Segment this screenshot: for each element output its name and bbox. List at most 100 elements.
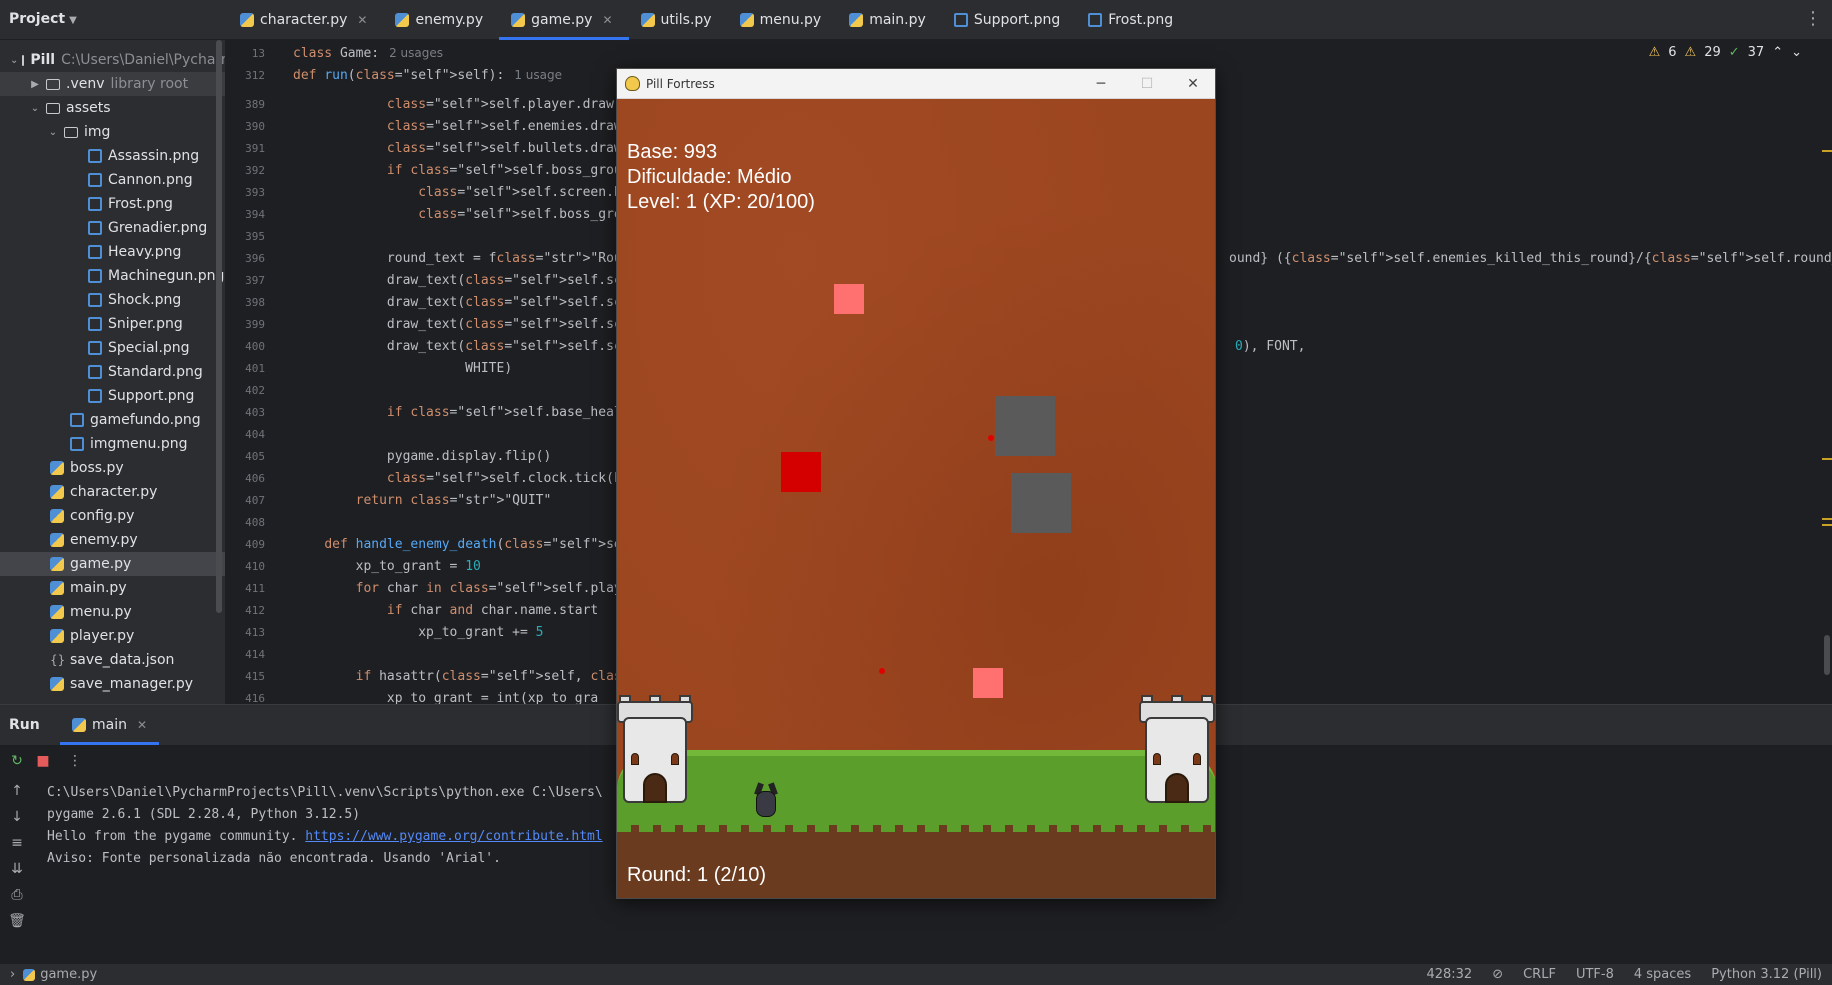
python-interpreter[interactable]: Python 3.12 (Pill) [1711,967,1822,982]
tab-menu-py[interactable]: menu.py [728,0,838,40]
round-text: Round: 1 (2/10) [627,864,766,886]
tree-item-file[interactable]: Support.png [0,384,225,408]
tree-item-file[interactable]: Cannon.png [0,168,225,192]
console-link[interactable]: https://www.pygame.org/contribute.html [305,829,602,844]
tab-label: Support.png [973,12,1061,28]
tree-item-file[interactable]: Special.png [0,336,225,360]
console-text: Hello from the pygame community. [47,829,306,844]
tree-item-file[interactable]: config.py [0,504,225,528]
chevron-right-icon[interactable]: ▶ [28,79,42,90]
tab-enemy-py[interactable]: enemy.py [383,0,499,40]
soft-wrap-icon[interactable]: ≡ [8,835,26,853]
tree-item-img[interactable]: ⌄ img [0,120,225,144]
tab-label: Frost.png [1108,12,1174,28]
tree-item-assets[interactable]: ⌄ assets [0,96,225,120]
project-view-selector[interactable]: Project ▼ [9,11,77,27]
error-stripe-mark[interactable] [1822,524,1832,526]
rerun-icon[interactable]: ↻ [8,753,26,771]
enemy-sprite [834,284,864,314]
maximize-button[interactable]: ☐ [1127,73,1167,95]
game-window[interactable]: Pill Fortress ─ ☐ ✕ Base: 993 Dificuldad… [616,68,1216,899]
tree-item-label: save_manager.py [70,676,194,692]
status-right: 428:32 ⊘ CRLF UTF-8 4 spaces Python 3.12… [1426,967,1822,982]
code-text: return class="str">"QUIT" [355,492,552,508]
tree-item-file[interactable]: Assassin.png [0,144,225,168]
python-file-icon [511,13,526,27]
indent-setting[interactable]: 4 spaces [1634,967,1691,982]
tree-item-file[interactable]: Shock.png [0,288,225,312]
arrow-down-icon[interactable]: ↓ [8,809,26,827]
usages-hint[interactable]: 1 usage [514,68,562,82]
tree-item-root[interactable]: ⌄ Pill C:\Users\Daniel\PycharmProjects\Pil… [0,48,225,72]
chevron-down-icon[interactable]: ⌄ [28,103,42,114]
tree-item-file[interactable]: Heavy.png [0,240,225,264]
close-icon[interactable]: ✕ [602,13,612,27]
tree-item-venv[interactable]: ▶ .venv library root [0,72,225,96]
game-window-titlebar[interactable]: Pill Fortress ─ ☐ ✕ [617,69,1215,99]
usages-hint[interactable]: 2 usages [389,46,443,60]
tab-label: character.py [260,12,348,28]
tree-item-file[interactable]: imgmenu.png [0,432,225,456]
editor-tab-bar: Project ▼ character.py ✕ enemy.py game.py ✕ ut… [0,0,1832,40]
close-icon[interactable]: ✕ [137,718,147,732]
python-file-icon [50,629,64,643]
tree-item-file[interactable]: Sniper.png [0,312,225,336]
error-stripe-mark[interactable] [1822,518,1832,520]
tree-item-file[interactable]: enemy.py [0,528,225,552]
tree-item-file[interactable]: gamefundo.png [0,408,225,432]
chevron-down-icon[interactable]: ⌄ [10,55,18,66]
code-text-visible-tail: ound} ({class="self">self.enemies_killed… [1229,250,1832,266]
tree-item-file[interactable]: boss.py [0,456,225,480]
game-canvas[interactable]: Base: 993 Dificuldade: Médio Level: 1 (X… [617,99,1215,898]
tab-frost-png[interactable]: Frost.png [1076,0,1189,40]
file-encoding[interactable]: UTF-8 [1576,967,1614,982]
run-title: Run [9,717,40,733]
caret-position[interactable]: 428:32 [1426,967,1472,982]
more-options-icon[interactable]: ⋮ [1804,8,1822,29]
close-button[interactable]: ✕ [1173,73,1213,95]
run-tab-main[interactable]: main ✕ [60,705,160,745]
tree-item-file[interactable]: {} save_data.json [0,648,225,672]
tab-utils-py[interactable]: utils.py [629,0,728,40]
tab-support-png[interactable]: Support.png [942,0,1076,40]
tower-window [671,753,679,765]
close-icon[interactable]: ✕ [357,13,367,27]
player-character [752,782,780,819]
tree-item-file[interactable]: Standard.png [0,360,225,384]
tree-item-note: library root [110,76,189,92]
arrow-up-icon[interactable]: ↑ [8,783,26,801]
tree-item-label: menu.py [70,604,132,620]
stop-icon[interactable]: ■ [34,753,52,771]
tree-item-file[interactable]: main.py [0,576,225,600]
tree-item-file[interactable]: player.py [0,624,225,648]
trash-icon[interactable]: 🗑 [8,913,26,931]
tree-item-label: boss.py [70,460,124,476]
tree-item-file[interactable]: save_manager.py [0,672,225,696]
tab-character-py[interactable]: character.py ✕ [228,0,383,40]
tree-item-file[interactable]: character.py [0,480,225,504]
readonly-toggle-icon[interactable]: ⊘ [1492,967,1503,982]
status-breadcrumb[interactable]: › game.py [10,967,97,982]
tree-item-label: player.py [70,628,135,644]
tree-item-file[interactable]: game.py [0,552,225,576]
print-icon[interactable]: ⎙ [8,887,26,905]
tree-item-file[interactable]: Grenadier.png [0,216,225,240]
sidebar-scrollbar[interactable] [216,40,222,613]
tab-main-py[interactable]: main.py [837,0,942,40]
line-separator[interactable]: CRLF [1523,967,1556,982]
bullet [988,435,994,441]
error-stripe-mark[interactable] [1822,150,1832,152]
editor-scrollbar[interactable] [1824,635,1830,675]
tree-item-file[interactable]: Frost.png [0,192,225,216]
image-file-icon [953,13,968,27]
tree-item-label: .venv [66,76,105,92]
image-file-icon [70,437,84,451]
tab-game-py[interactable]: game.py ✕ [499,0,629,40]
more-options-icon[interactable]: ⋮ [66,753,84,771]
tree-item-file[interactable]: menu.py [0,600,225,624]
error-stripe-mark[interactable] [1822,458,1832,460]
minimize-button[interactable]: ─ [1081,73,1121,95]
tree-item-file[interactable]: Machinegun.png [0,264,225,288]
scroll-to-end-icon[interactable]: ⇊ [8,861,26,879]
chevron-down-icon[interactable]: ⌄ [46,127,60,138]
